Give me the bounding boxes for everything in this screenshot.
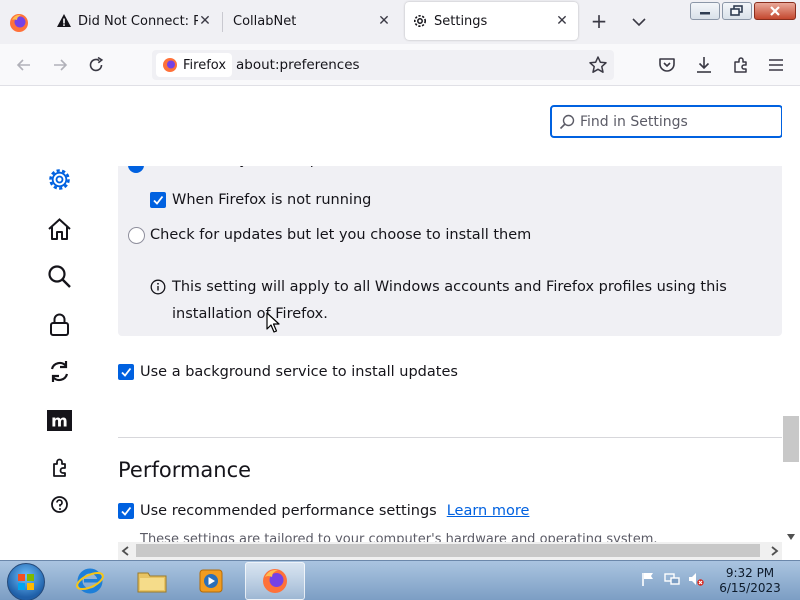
check-only-option[interactable]: Check for updates but let you choose to … bbox=[128, 226, 531, 244]
downloads-icon[interactable] bbox=[694, 55, 714, 75]
new-tab-button[interactable]: + bbox=[589, 11, 609, 32]
system-tray bbox=[640, 571, 704, 587]
mouse-cursor-icon bbox=[266, 312, 280, 333]
info-icon bbox=[150, 279, 166, 295]
checkmark-icon bbox=[153, 195, 164, 205]
identity-box[interactable]: Firefox bbox=[156, 53, 233, 77]
volume-muted-icon[interactable] bbox=[688, 571, 704, 587]
windows-logo-icon bbox=[18, 574, 34, 590]
tab-collabnet[interactable]: CollabNet ✕ bbox=[224, 2, 400, 40]
taskbar: 9:32 PM 6/15/2023 bbox=[0, 560, 800, 600]
taskbar-firefox[interactable] bbox=[245, 562, 305, 600]
close-tab-icon[interactable]: ✕ bbox=[554, 13, 570, 29]
media-player-icon bbox=[199, 569, 223, 593]
gear-icon[interactable] bbox=[46, 166, 73, 193]
taskbar-clock[interactable]: 9:32 PM 6/15/2023 bbox=[714, 566, 786, 596]
recommended-performance-label: Use recommended performance settings bbox=[140, 503, 437, 519]
when-not-running-label: When Firefox is not running bbox=[172, 192, 372, 208]
clock-date: 6/15/2023 bbox=[719, 581, 781, 595]
vertical-scrollbar[interactable] bbox=[782, 86, 800, 560]
clock-time: 9:32 PM bbox=[725, 566, 775, 580]
check-only-radio[interactable] bbox=[128, 226, 145, 244]
help-icon[interactable] bbox=[46, 491, 73, 518]
search-icon[interactable] bbox=[46, 263, 73, 290]
recommended-performance-option[interactable]: Use recommended performance settings Lea… bbox=[118, 502, 529, 520]
scroll-right-arrow-icon[interactable] bbox=[769, 545, 779, 557]
minimize-icon bbox=[700, 12, 710, 15]
firefox-icon bbox=[263, 569, 287, 593]
navigation-toolbar: Firefox about:preferences bbox=[0, 44, 800, 86]
tab-title: Did Not Connect: Pote bbox=[78, 13, 198, 29]
search-icon bbox=[559, 114, 575, 130]
vertical-scrollbar-thumb[interactable] bbox=[783, 416, 799, 462]
tab-title: Settings bbox=[434, 13, 488, 29]
reload-icon[interactable] bbox=[86, 55, 106, 75]
close-icon bbox=[770, 6, 780, 16]
extensions-icon[interactable] bbox=[731, 55, 751, 75]
tab-settings[interactable]: Settings ✕ bbox=[405, 2, 578, 40]
info-note-text: This setting will apply to all Windows a… bbox=[172, 279, 727, 322]
url-bar[interactable]: Firefox about:preferences bbox=[152, 50, 614, 80]
start-button[interactable] bbox=[7, 563, 45, 600]
checkmark-icon bbox=[121, 506, 132, 516]
recommended-performance-checkbox[interactable] bbox=[118, 503, 134, 519]
identity-label: Firefox bbox=[183, 57, 227, 73]
tab-did-not-connect[interactable]: Did Not Connect: Pote ✕ bbox=[48, 2, 220, 40]
close-tab-icon[interactable]: ✕ bbox=[197, 13, 213, 29]
warning-icon bbox=[57, 14, 71, 27]
background-service-checkbox[interactable] bbox=[118, 364, 134, 380]
bookmark-star-icon[interactable] bbox=[588, 55, 608, 75]
back-arrow-icon[interactable] bbox=[14, 55, 34, 75]
url-text[interactable]: about:preferences bbox=[236, 57, 360, 73]
tab-title: CollabNet bbox=[233, 13, 297, 29]
taskbar-internet-explorer[interactable] bbox=[62, 562, 118, 600]
forward-arrow-icon[interactable] bbox=[50, 55, 70, 75]
internet-explorer-icon bbox=[76, 568, 104, 594]
home-icon[interactable] bbox=[46, 216, 73, 243]
file-explorer-icon bbox=[137, 572, 167, 593]
scroll-left-arrow-icon[interactable] bbox=[121, 545, 131, 557]
auto-install-radio[interactable] bbox=[128, 166, 144, 173]
firefox-icon bbox=[10, 14, 28, 32]
chevron-down-icon[interactable] bbox=[630, 14, 648, 30]
check-only-label: Check for updates but let you choose to … bbox=[150, 227, 532, 243]
taskbar-media-player[interactable] bbox=[183, 562, 239, 600]
pocket-icon[interactable] bbox=[657, 55, 677, 75]
settings-page: Find in Settings m Automatically install… bbox=[0, 86, 800, 560]
checkmark-icon bbox=[121, 367, 132, 377]
restore-icon bbox=[730, 5, 743, 16]
search-placeholder: Find in Settings bbox=[580, 114, 688, 130]
firefox-icon bbox=[163, 58, 177, 72]
background-service-option[interactable]: Use a background service to install upda… bbox=[118, 363, 458, 381]
background-service-label: Use a background service to install upda… bbox=[140, 364, 458, 380]
when-not-running-checkbox[interactable] bbox=[150, 192, 166, 208]
close-window-button[interactable] bbox=[754, 2, 796, 20]
hamburger-menu-icon[interactable] bbox=[766, 55, 786, 75]
action-center-flag-icon[interactable] bbox=[640, 571, 656, 587]
svg-text:m: m bbox=[51, 412, 68, 431]
mozilla-logo-icon[interactable]: m bbox=[46, 407, 73, 434]
horizontal-scrollbar-thumb[interactable] bbox=[136, 544, 760, 557]
restore-button[interactable] bbox=[722, 2, 752, 20]
lock-icon[interactable] bbox=[46, 311, 73, 338]
horizontal-scrollbar[interactable] bbox=[118, 542, 782, 560]
performance-heading: Performance bbox=[118, 458, 252, 482]
taskbar-file-explorer[interactable] bbox=[124, 562, 180, 600]
scroll-down-arrow-icon[interactable] bbox=[785, 532, 797, 542]
extensions-icon[interactable] bbox=[46, 454, 73, 481]
minimize-button[interactable] bbox=[690, 2, 720, 20]
search-settings-input[interactable]: Find in Settings bbox=[550, 105, 783, 138]
network-icon[interactable] bbox=[664, 571, 680, 587]
sync-icon[interactable] bbox=[46, 358, 73, 385]
tab-separator bbox=[222, 12, 223, 32]
tab-strip: Did Not Connect: Pote ✕ CollabNet ✕ Sett… bbox=[0, 0, 800, 44]
gear-icon bbox=[414, 15, 426, 27]
close-tab-icon[interactable]: ✕ bbox=[376, 13, 392, 29]
when-not-running-option[interactable]: When Firefox is not running bbox=[150, 191, 371, 209]
section-divider bbox=[118, 437, 782, 438]
window-controls bbox=[690, 2, 796, 20]
learn-more-link[interactable]: Learn more bbox=[447, 503, 530, 519]
